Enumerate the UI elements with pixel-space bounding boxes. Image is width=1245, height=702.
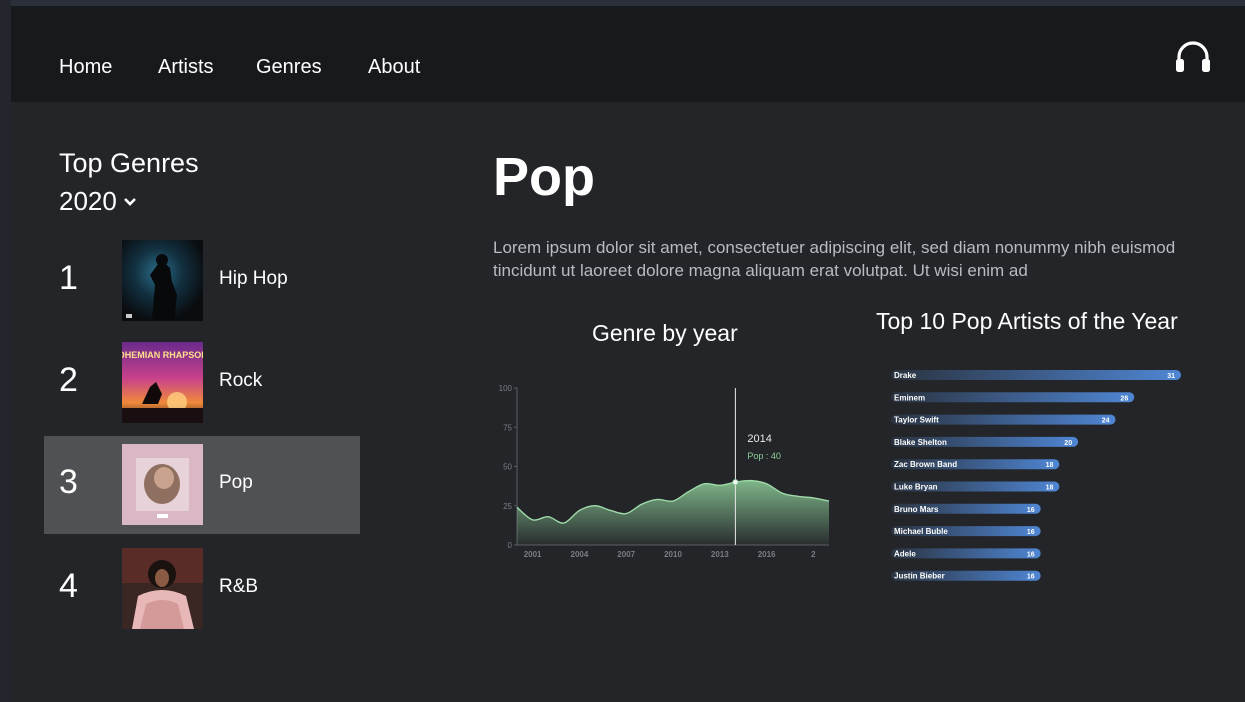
artist-name: Taylor Swift — [894, 416, 939, 425]
genre-rank: 4 — [59, 567, 78, 605]
genre-item-pop[interactable]: 3 Pop — [44, 436, 360, 534]
genre-rank: 3 — [59, 463, 78, 501]
year-dropdown[interactable]: 2020 — [59, 186, 137, 217]
album-cover — [122, 444, 203, 525]
y-tick-label: 0 — [508, 541, 513, 550]
artist-bar — [891, 370, 1181, 380]
artist-name: Eminem — [894, 393, 925, 402]
x-tick-label: 2007 — [617, 550, 635, 559]
y-tick-label: 50 — [503, 463, 512, 472]
artist-value: 16 — [1027, 551, 1035, 558]
area-chart-title: Genre by year — [592, 320, 738, 346]
nav-genres[interactable]: Genres — [256, 56, 322, 79]
nav-artists[interactable]: Artists — [158, 56, 214, 79]
nav-home[interactable]: Home — [59, 56, 112, 79]
genre-rank: 1 — [59, 259, 78, 297]
artist-name: Luke Bryan — [894, 483, 938, 492]
artist-name: Zac Brown Band — [894, 460, 957, 469]
genre-item-r-and-b[interactable]: 4 R&B — [44, 540, 360, 638]
bar-chart-title: Top 10 Pop Artists of the Year — [876, 308, 1178, 334]
tooltip-value: Pop : 40 — [747, 451, 781, 461]
app-window: Home Artists Genres About Top Genres 202… — [11, 6, 1245, 702]
artist-name: Blake Shelton — [894, 438, 947, 447]
x-tick-label: 2010 — [664, 550, 682, 559]
y-tick-label: 75 — [503, 423, 512, 432]
genre-by-year-chart[interactable]: 100 75 50 25 0 2001 2004 2007 2010 2013 2016 2 2014 P… — [493, 378, 843, 568]
genre-item-rock[interactable]: 2 BOHEMIAN RHAPSODY Rock — [44, 334, 360, 432]
artist-value: 16 — [1027, 574, 1035, 581]
x-tick-label: 2001 — [524, 550, 542, 559]
top-navbar: Home Artists Genres About — [11, 6, 1245, 102]
genre-name: R&B — [219, 576, 259, 597]
genre-rank: 2 — [59, 361, 78, 399]
artist-bar — [891, 392, 1135, 403]
nav-about[interactable]: About — [368, 56, 420, 79]
x-tick-label: 2 — [811, 550, 816, 559]
pop-area — [517, 480, 829, 545]
x-tick-label: 2004 — [571, 550, 589, 559]
year-value: 2020 — [59, 186, 117, 216]
chevron-down-icon — [123, 197, 136, 206]
album-cover — [122, 548, 203, 629]
artist-value: 20 — [1064, 440, 1072, 447]
x-tick-label: 2016 — [758, 550, 776, 559]
window-frame-left — [0, 0, 11, 702]
genre-name: Pop — [219, 472, 253, 493]
album-cover-text: BOHEMIAN RHAPSODY — [122, 350, 203, 360]
album-cover: BOHEMIAN RHAPSODY — [122, 342, 203, 423]
artist-value: 18 — [1046, 462, 1054, 469]
top-artists-chart: Drake 31 Eminem 26 Taylor Swift 24 Blake Shelt… — [891, 370, 1181, 581]
artist-name: Drake — [894, 371, 917, 380]
sidebar-title: Top Genres — [59, 148, 199, 178]
artist-name: Bruno Mars — [894, 505, 939, 514]
hover-point[interactable] — [732, 479, 739, 486]
genre-name: Rock — [219, 370, 263, 391]
artist-name: Michael Buble — [894, 527, 948, 536]
genre-item-hip-hop[interactable]: 1 Hip Hop — [44, 232, 360, 330]
headphones-icon[interactable] — [1175, 40, 1211, 74]
artist-name: Adele — [894, 549, 916, 558]
artist-value: 26 — [1120, 395, 1128, 402]
artist-name: Justin Bieber — [894, 572, 945, 581]
artist-value: 31 — [1167, 373, 1175, 380]
genre-name: Hip Hop — [219, 268, 288, 289]
artist-value: 16 — [1027, 507, 1035, 514]
artist-value: 16 — [1027, 529, 1035, 536]
artist-value: 18 — [1046, 485, 1054, 492]
tooltip-year: 2014 — [747, 433, 771, 445]
genre-title: Pop — [493, 147, 595, 207]
y-tick-label: 100 — [499, 384, 513, 393]
y-tick-label: 25 — [503, 502, 512, 511]
artist-value: 24 — [1102, 418, 1110, 425]
x-tick-label: 2013 — [711, 550, 729, 559]
album-cover — [122, 240, 203, 321]
genre-description: Lorem ipsum dolor sit amet, consectetuer… — [493, 238, 1176, 280]
